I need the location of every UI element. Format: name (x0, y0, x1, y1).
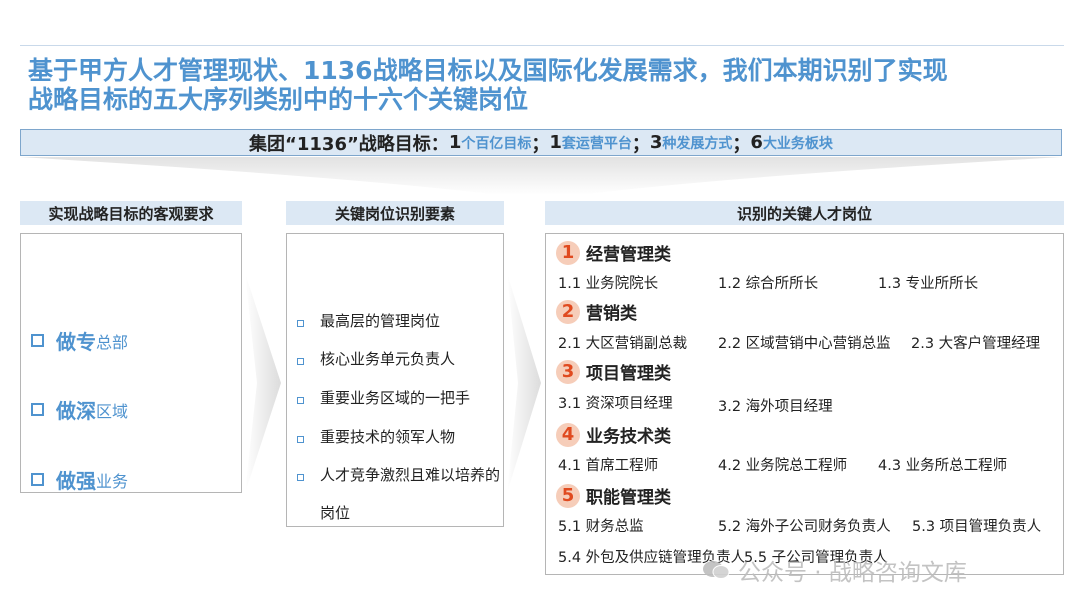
position-item: 5.2 海外子公司财务负责人 (718, 519, 891, 535)
square-bullet-icon (297, 474, 304, 481)
position-item: 1.2 综合所所长 (718, 276, 819, 292)
goal-sep-2: ； (631, 133, 650, 155)
square-bullet-icon (297, 436, 304, 443)
goal-sep-1: ； (531, 133, 550, 155)
square-bullet-icon (297, 320, 304, 327)
number-badge: 1 (556, 240, 580, 265)
position-item: 3.2 海外项目经理 (718, 399, 833, 415)
number-badge: 4 (556, 422, 580, 447)
category-header: 4 业务技术类 (556, 422, 671, 447)
watermark-text: 公众号 · 战略咨询文库 (738, 560, 967, 586)
position-item: 4.3 业务所总工程师 (878, 458, 1008, 474)
goal-text-4: 大业务板块 (762, 135, 833, 152)
factor-item: 重要技术的领军人物 (297, 428, 510, 456)
top-divider (20, 45, 1064, 46)
position-item: 2.3 大客户管理经理 (911, 336, 1041, 352)
category-header: 1 经营管理类 (556, 240, 671, 265)
position-item: 4.1 首席工程师 (558, 458, 659, 474)
chevron-arrow-2 (507, 273, 541, 493)
col2-box: 最高层的管理岗位 核心业务单元负责人 重要业务区域的一把手 重要技术的领军人物 … (286, 233, 504, 527)
col3-box: 1 经营管理类 1.1 业务院院长 1.2 综合所所长 1.3 专业所所长 2 … (545, 233, 1064, 575)
chevron-arrow-1 (245, 273, 281, 493)
square-bullet-icon (31, 403, 44, 416)
goal-text-2: 套运营平台 (561, 135, 632, 152)
position-item: 5.3 项目管理负责人 (912, 519, 1042, 535)
category-name: 职能管理类 (586, 488, 671, 508)
requirement-item: 做深 区域 (31, 395, 128, 424)
category-name: 营销类 (586, 304, 637, 324)
requirement-sub: 业务 (96, 471, 129, 491)
goal-prefix: 集团“1136”战略目标： (249, 133, 449, 155)
requirement-item: 做强 业务 (31, 465, 128, 494)
goal-sep-3: ； (732, 133, 751, 155)
wechat-icon (703, 561, 730, 579)
goal-num-2: 1 (549, 132, 562, 153)
requirement-main: 做强 (56, 469, 96, 493)
goal-num-3: 3 (649, 132, 663, 153)
position-item: 5.1 财务总监 (558, 519, 644, 535)
number-badge: 3 (556, 359, 580, 384)
category-name: 经营管理类 (586, 245, 671, 265)
position-item: 4.2 业务院总工程师 (718, 458, 848, 474)
title-line-1: 基于甲方人才管理现状、1136战略目标以及国际化发展需求，我们本期识别了实现 (28, 56, 948, 85)
requirement-main: 做深 (56, 399, 96, 423)
position-item: 2.1 大区营销副总裁 (558, 336, 688, 352)
square-bullet-icon (297, 397, 304, 404)
category-name: 项目管理类 (586, 364, 671, 384)
category-header: 5 职能管理类 (556, 483, 671, 508)
position-item: 1.1 业务院院长 (558, 276, 659, 292)
factor-text: 核心业务单元负责人 (320, 350, 456, 368)
factor-item: 最高层的管理岗位 (297, 312, 510, 340)
strategy-goal-bar: 集团“1136”战略目标： 1 个百亿目标 ； 1 套运营平台 ； 3 种发展方… (20, 129, 1062, 156)
factor-item: 人才竞争激烈且难以培养的岗位 (297, 466, 510, 532)
factor-item: 重要业务区域的一把手 (297, 389, 510, 417)
number-badge: 5 (556, 483, 580, 508)
category-header: 2 营销类 (556, 299, 637, 324)
requirement-sub: 总部 (96, 332, 129, 352)
col1-heading: 实现战略目标的客观要求 (20, 201, 242, 225)
goal-text-3: 种发展方式 (662, 135, 733, 152)
category-name: 业务技术类 (586, 427, 671, 447)
requirement-sub: 区域 (96, 401, 129, 421)
goal-text-1: 个百亿目标 (461, 135, 532, 152)
category-header: 3 项目管理类 (556, 359, 671, 384)
factor-item: 核心业务单元负责人 (297, 350, 510, 378)
col1-box: 做专 总部 做深 区域 做强 业务 (20, 233, 242, 493)
title-line-2: 战略目标的五大序列类别中的十六个关键岗位 (28, 85, 529, 114)
square-bullet-icon (297, 358, 304, 365)
goal-num-4: 6 (750, 132, 763, 153)
page-title: 基于甲方人才管理现状、1136战略目标以及国际化发展需求，我们本期识别了实现 战… (28, 56, 1058, 114)
square-bullet-icon (31, 334, 44, 347)
goal-num-1: 1 (448, 132, 462, 153)
requirement-item: 做专 总部 (31, 326, 128, 355)
factor-text: 重要业务区域的一把手 (320, 389, 471, 407)
factor-text: 人才竞争激烈且难以培养的岗位 (320, 466, 501, 522)
col2-heading: 关键岗位识别要素 (286, 201, 504, 225)
position-item: 1.3 专业所所长 (878, 276, 979, 292)
factor-text: 重要技术的领军人物 (320, 428, 456, 446)
watermark: 公众号 · 战略咨询文库 (702, 553, 967, 587)
requirement-main: 做专 (56, 330, 96, 354)
col3-heading: 识别的关键人才岗位 (545, 201, 1064, 225)
square-bullet-icon (31, 473, 44, 486)
funnel-shape (20, 157, 1062, 195)
position-item: 3.1 资深项目经理 (558, 396, 673, 412)
position-item: 2.2 区域营销中心营销总监 (718, 336, 891, 352)
factor-text: 最高层的管理岗位 (320, 312, 441, 330)
number-badge: 2 (556, 299, 580, 324)
